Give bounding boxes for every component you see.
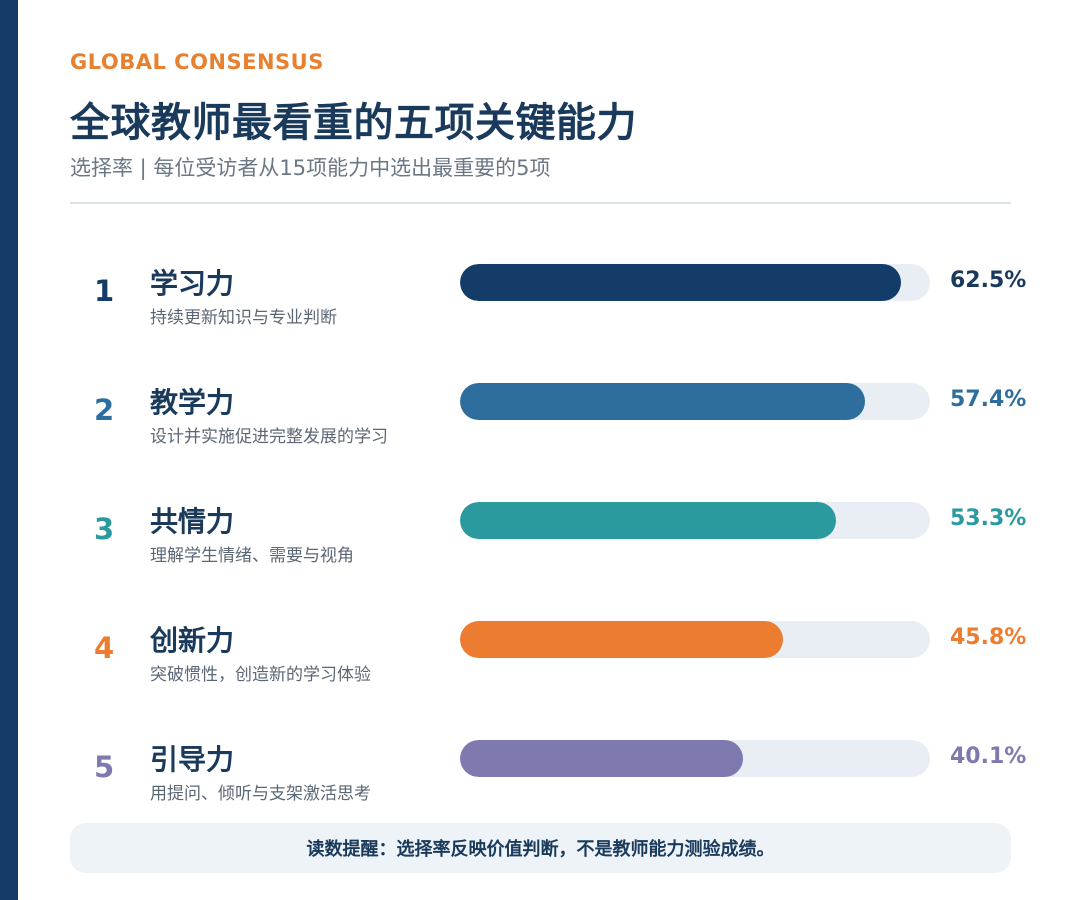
bar-track <box>460 264 930 301</box>
category-description: 设计并实施促进完整发展的学习 <box>150 427 388 447</box>
reading-note: 读数提醒：选择率反映价值判断，不是教师能力测验成绩。 <box>70 823 1011 873</box>
category-label: 引导力 <box>150 743 235 776</box>
category-description: 持续更新知识与专业判断 <box>150 308 337 328</box>
chart-row: 3 共情力理解学生情绪、需要与视角 53.3% <box>0 500 1080 600</box>
bar-track <box>460 383 930 420</box>
category-label: 教学力 <box>150 386 235 419</box>
bar <box>460 383 865 420</box>
bar-track <box>460 621 930 658</box>
category-label: 共情力 <box>150 505 235 538</box>
data-label: 53.3% <box>950 506 1027 531</box>
rank-number: 4 <box>94 631 115 665</box>
bar <box>460 502 836 539</box>
data-label: 57.4% <box>950 387 1027 412</box>
header-divider <box>70 202 1011 204</box>
bar <box>460 740 743 777</box>
bar <box>460 621 783 658</box>
rank-number: 1 <box>94 274 115 308</box>
bar-track <box>460 502 930 539</box>
category-label: 创新力 <box>150 624 235 657</box>
rank-number: 5 <box>94 750 115 784</box>
chart-row: 1 学习力持续更新知识与专业判断 62.5% <box>0 262 1080 362</box>
chart-row: 4 创新力突破惯性，创造新的学习体验 45.8% <box>0 619 1080 719</box>
data-label: 40.1% <box>950 744 1027 769</box>
bar-track <box>460 740 930 777</box>
bar <box>460 264 901 301</box>
category-label: 学习力 <box>150 267 235 300</box>
data-label: 45.8% <box>950 625 1027 650</box>
rank-number: 3 <box>94 512 115 546</box>
category-description: 用提问、倾听与支架激活思考 <box>150 784 371 804</box>
page-subtitle: 选择率 | 每位受访者从15项能力中选出最重要的5项 <box>70 156 551 180</box>
category-description: 理解学生情绪、需要与视角 <box>150 546 354 566</box>
data-label: 62.5% <box>950 268 1027 293</box>
page-title: 全球教师最看重的五项关键能力 <box>70 100 637 146</box>
category-description: 突破惯性，创造新的学习体验 <box>150 665 371 685</box>
chart-row: 2 教学力设计并实施促进完整发展的学习 57.4% <box>0 381 1080 481</box>
rank-number: 2 <box>94 393 115 427</box>
eyebrow-label: GLOBAL CONSENSUS <box>70 50 324 74</box>
